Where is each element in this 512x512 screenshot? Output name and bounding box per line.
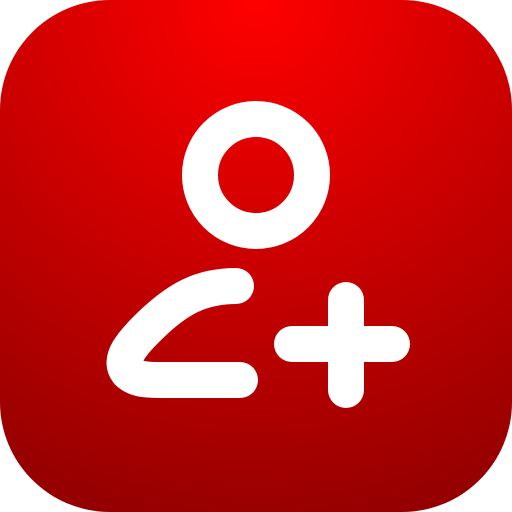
app-icon[interactable]: [0, 0, 512, 512]
add-user-icon: [0, 0, 512, 512]
icon-background: [0, 0, 512, 512]
